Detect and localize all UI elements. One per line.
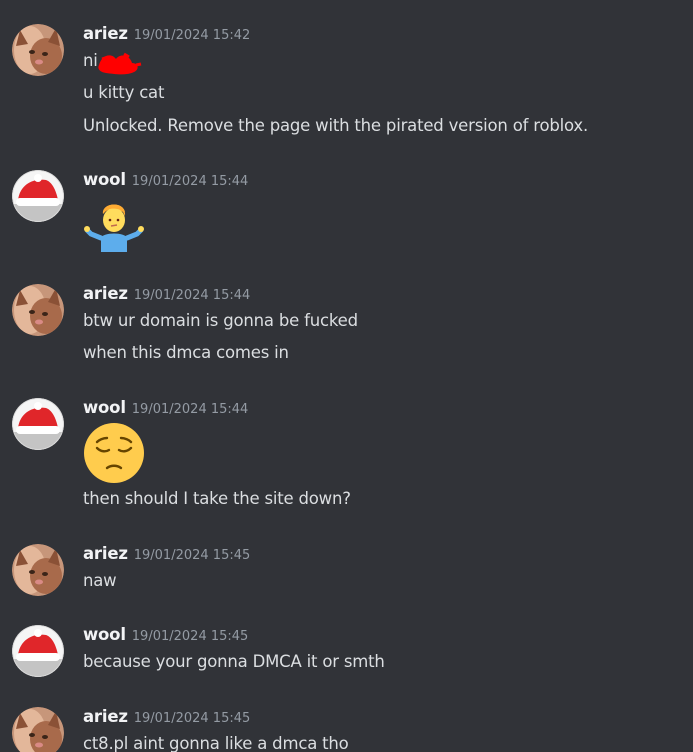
santa-hat-avatar-icon [12,398,64,450]
timestamp: 19/01/2024 15:45 [133,711,251,726]
santa-hat-avatar-icon [12,625,64,677]
message-text: then should I take the site down? [83,489,351,508]
message-header: ariez 19/01/2024 15:44 [83,284,250,306]
cat-avatar-icon [12,284,64,336]
username[interactable]: ariez [83,544,128,563]
cat-avatar-icon [12,707,64,752]
avatar[interactable] [12,284,64,336]
username[interactable]: wool [83,625,126,644]
santa-hat-avatar-icon [12,170,64,222]
message-header: wool 19/01/2024 15:44 [83,170,248,192]
username[interactable]: ariez [83,284,128,303]
message-text: u kitty cat [83,83,165,102]
message-text: btw ur domain is gonna be fucked [83,311,358,330]
avatar[interactable] [12,170,64,222]
avatar[interactable] [12,707,64,752]
message-text: because your gonna DMCA it or smth [83,652,385,671]
message-header: wool 19/01/2024 15:44 [83,398,248,420]
message-text: when this dmca comes in [83,343,289,362]
username[interactable]: ariez [83,707,128,726]
timestamp: 19/01/2024 15:44 [133,288,251,303]
timestamp: 19/01/2024 15:44 [131,174,249,189]
message-list: ariez 19/01/2024 15:42 ni u kitty cat Unl… [0,0,693,752]
message-header: ariez 19/01/2024 15:45 [83,544,250,566]
timestamp: 19/01/2024 15:45 [133,548,251,563]
username[interactable]: ariez [83,24,128,43]
username[interactable]: wool [83,170,126,189]
avatar[interactable] [12,398,64,450]
avatar[interactable] [12,625,64,677]
cat-avatar-icon [12,544,64,596]
message-text: Unlocked. Remove the page with the pirat… [83,116,589,135]
message-header: ariez 19/01/2024 15:45 [83,707,250,729]
message-text: ct8.pl aint gonna like a dmca tho [83,734,349,752]
timestamp: 19/01/2024 15:44 [131,402,249,417]
timestamp: 19/01/2024 15:42 [133,28,251,43]
cat-avatar-icon [12,24,64,76]
timestamp: 19/01/2024 15:45 [131,629,249,644]
avatar[interactable] [12,544,64,596]
message-header: ariez 19/01/2024 15:42 [83,24,250,46]
avatar[interactable] [12,24,64,76]
message-text: naw [83,571,117,590]
person-shrugging-emoji-icon [84,204,144,252]
username[interactable]: wool [83,398,126,417]
pensive-face-emoji-icon [84,423,144,483]
redaction-scribble-icon [98,52,142,75]
message-header: wool 19/01/2024 15:45 [83,625,248,647]
